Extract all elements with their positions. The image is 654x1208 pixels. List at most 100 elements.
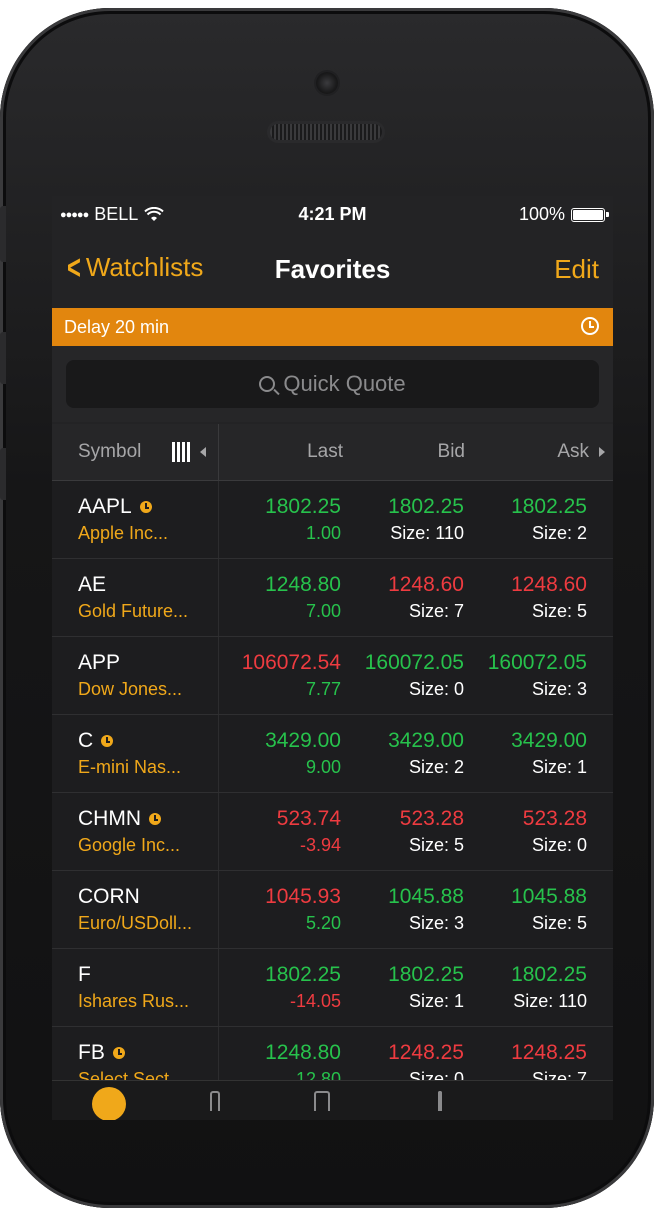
row-last: 3429.00 bbox=[265, 729, 341, 752]
row-last: 1248.80 bbox=[265, 1041, 341, 1064]
row-ask-size: Size: 1 bbox=[531, 757, 587, 777]
row-name: E-mini Nas... bbox=[78, 757, 182, 777]
row-symbol: FB bbox=[78, 1041, 105, 1064]
row-symbol-group: CHMN bbox=[78, 807, 161, 831]
row-change: 1.00 bbox=[305, 523, 341, 543]
delayed-clock-icon bbox=[149, 813, 161, 825]
row-change: 7.00 bbox=[305, 601, 341, 621]
row-ask: 523.28 bbox=[522, 807, 587, 830]
scroll-left-icon[interactable] bbox=[200, 447, 206, 457]
row-bid: 1248.25 bbox=[388, 1041, 464, 1064]
row-name: Euro/USDoll... bbox=[78, 913, 193, 933]
row-symbol-group: F bbox=[78, 963, 91, 987]
row-ask-size: Size: 5 bbox=[531, 913, 587, 933]
table-row[interactable]: APP Dow Jones... 106072.54 7.77 160072.05 Siz… bbox=[52, 636, 613, 714]
back-button[interactable]: < Watchlists bbox=[64, 248, 204, 287]
scroll-right-icon[interactable] bbox=[599, 447, 605, 457]
volume-up-button bbox=[0, 332, 6, 384]
battery-icon bbox=[571, 207, 609, 222]
row-bid-size: Size: 1 bbox=[408, 991, 464, 1011]
table-row[interactable]: CORN Euro/USDoll... 1045.93 5.20 1045.88 Size… bbox=[52, 870, 613, 948]
search-icon bbox=[259, 376, 276, 392]
row-change: -14.05 bbox=[289, 991, 341, 1011]
table-row[interactable]: CHMN Google Inc... 523.74 -3.94 523.28 Size: … bbox=[52, 792, 613, 870]
delayed-clock-icon bbox=[112, 1047, 125, 1059]
table-row[interactable]: C E-mini Nas... 3429.00 9.00 3429.00 Size: 2 3… bbox=[52, 714, 613, 792]
row-bid-size: Size: 7 bbox=[408, 601, 464, 621]
clock-icon bbox=[581, 317, 599, 335]
watchlist-table: AAPL Apple Inc... 1802.25 1.00 1802.25 Size: … bbox=[52, 481, 613, 1104]
mute-switch bbox=[0, 206, 6, 262]
row-symbol: CHMN bbox=[78, 807, 141, 830]
column-header-last[interactable]: Last bbox=[307, 441, 343, 463]
front-camera bbox=[316, 72, 338, 94]
row-ask-size: Size: 110 bbox=[513, 991, 587, 1011]
earpiece-speaker bbox=[270, 124, 382, 140]
table-row[interactable]: F Ishares Rus... 1802.25 -14.05 1802.25 Size:… bbox=[52, 948, 613, 1026]
row-ask-size: Size: 0 bbox=[531, 835, 587, 855]
row-symbol-group: APP bbox=[78, 651, 120, 675]
status-bar: ●●●●● BELL 4:21 PM 100% bbox=[52, 196, 613, 232]
delay-text: Delay 20 min bbox=[64, 317, 170, 337]
row-bid: 1802.25 bbox=[388, 495, 464, 518]
row-change: 9.00 bbox=[305, 757, 341, 777]
tab-watchlist-icon[interactable] bbox=[92, 1087, 126, 1120]
chevron-left-icon: < bbox=[66, 248, 81, 287]
row-ask-size: Size: 2 bbox=[531, 523, 587, 543]
row-last: 1802.25 bbox=[265, 495, 341, 518]
column-header-ask[interactable]: Ask bbox=[557, 441, 589, 463]
row-symbol: AE bbox=[78, 573, 107, 596]
tab-phone-icon[interactable] bbox=[210, 1091, 220, 1111]
delayed-clock-icon bbox=[101, 735, 114, 747]
row-change: 7.77 bbox=[305, 679, 341, 699]
row-bid-size: Size: 3 bbox=[408, 913, 464, 933]
quick-quote-search[interactable]: Quick Quote bbox=[66, 360, 599, 408]
row-bid-size: Size: 0 bbox=[408, 679, 464, 699]
row-symbol: APP bbox=[78, 651, 121, 674]
row-ask: 1802.25 bbox=[511, 963, 587, 986]
row-symbol: AAPL bbox=[78, 495, 132, 518]
tab-chart-icon[interactable] bbox=[438, 1091, 442, 1111]
navigation-bar: < Watchlists Favorites Edit bbox=[52, 244, 613, 294]
row-bid: 1045.88 bbox=[388, 885, 464, 908]
row-last: 106072.54 bbox=[241, 651, 341, 674]
row-bid: 1802.25 bbox=[388, 963, 464, 986]
row-bid-size: Size: 5 bbox=[408, 835, 464, 855]
row-ask-size: Size: 3 bbox=[531, 679, 587, 699]
column-divider bbox=[218, 424, 219, 480]
delayed-clock-icon bbox=[139, 501, 152, 513]
row-change: 5.20 bbox=[305, 913, 341, 933]
row-bid: 523.28 bbox=[399, 807, 464, 830]
row-symbol-group: AE bbox=[78, 573, 106, 597]
row-name: Ishares Rus... bbox=[78, 991, 190, 1011]
row-symbol: C bbox=[78, 729, 94, 752]
row-symbol: F bbox=[78, 963, 91, 986]
row-bid-size: Size: 2 bbox=[408, 757, 464, 777]
row-ask: 1802.25 bbox=[511, 495, 587, 518]
row-ask: 1248.25 bbox=[511, 1041, 587, 1064]
table-row[interactable]: AE Gold Future... 1248.80 7.00 1248.60 Size: … bbox=[52, 558, 613, 636]
row-ask: 1248.60 bbox=[511, 573, 587, 596]
table-row[interactable]: AAPL Apple Inc... 1802.25 1.00 1802.25 Size: … bbox=[52, 481, 613, 558]
column-header-row: Symbol Last Bid Ask bbox=[52, 424, 613, 481]
row-bid: 3429.00 bbox=[388, 729, 464, 752]
row-ask-size: Size: 5 bbox=[531, 601, 587, 621]
column-header-bid[interactable]: Bid bbox=[438, 441, 465, 463]
row-symbol-group: CORN bbox=[78, 885, 140, 909]
search-placeholder: Quick Quote bbox=[283, 371, 406, 396]
battery-percent: 100% bbox=[518, 204, 565, 224]
delay-banner[interactable]: Delay 20 min bbox=[52, 308, 613, 346]
tab-document-icon[interactable] bbox=[314, 1091, 330, 1111]
back-label: Watchlists bbox=[85, 252, 204, 282]
edit-button[interactable]: Edit bbox=[554, 254, 599, 285]
row-last: 1802.25 bbox=[265, 963, 341, 986]
battery-group: 100% bbox=[518, 204, 609, 225]
row-last: 1045.93 bbox=[265, 885, 341, 908]
row-last: 523.74 bbox=[276, 807, 341, 830]
row-name: Dow Jones... bbox=[78, 679, 183, 699]
column-header-symbol[interactable]: Symbol bbox=[78, 441, 141, 463]
row-bid-size: Size: 110 bbox=[390, 523, 464, 543]
row-last: 1248.80 bbox=[265, 573, 341, 596]
row-bid: 1248.60 bbox=[388, 573, 464, 596]
columns-toggle-icon[interactable] bbox=[172, 442, 192, 462]
